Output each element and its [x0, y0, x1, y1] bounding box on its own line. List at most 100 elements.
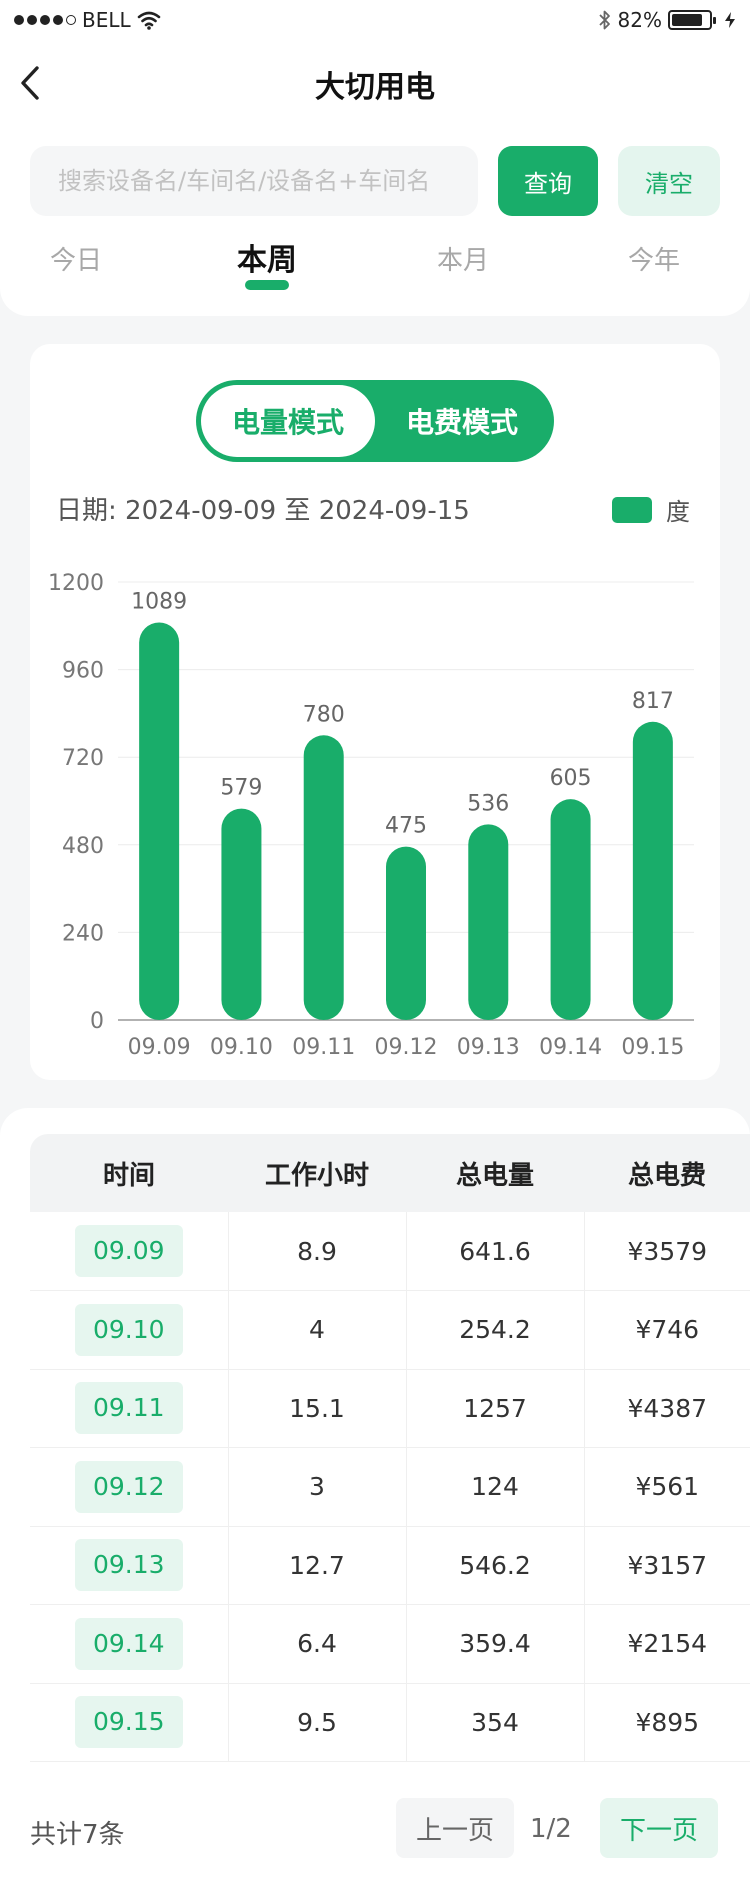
x-tick-label: 09.11	[292, 1035, 355, 1060]
cell-cost: ¥895	[584, 1683, 750, 1762]
bar-value-label: 536	[467, 791, 509, 816]
header-work-hours: 工作小时	[264, 1160, 369, 1191]
cell-energy: 354	[406, 1683, 585, 1762]
date-end: 2024-09-15	[318, 496, 470, 526]
bar-value-label: 579	[220, 776, 262, 801]
carrier-name: BELL	[82, 8, 131, 32]
date-range: 日期: 2024-09-09 至 2024-09-15	[56, 490, 470, 527]
energy-mode-button[interactable]: 电量模式	[201, 385, 375, 457]
bar-value-label: 780	[303, 702, 345, 727]
cell-energy: 359.4	[406, 1604, 585, 1684]
tab-this-month[interactable]: 本月	[403, 236, 523, 296]
x-tick-label: 09.13	[457, 1035, 520, 1060]
cell-energy: 124	[406, 1447, 585, 1527]
bar	[221, 808, 262, 1020]
x-tick-label: 09.09	[128, 1035, 191, 1060]
legend-label: 度	[666, 498, 690, 526]
date-start: 2024-09-09	[125, 496, 277, 526]
date-chip[interactable]: 09.11	[74, 1382, 183, 1435]
x-tick-label: 09.14	[539, 1035, 602, 1060]
status-right: 82%	[598, 8, 736, 32]
header-total-cost: 总电费	[627, 1160, 706, 1191]
table-header-row: 时间 工作小时 总电量 总电费	[30, 1134, 750, 1212]
bar-chart: 0 240 480 720 960 1200 1089 09.09 579 09.10 780 09.…	[48, 571, 694, 1060]
y-tick-label: 1200	[48, 571, 104, 596]
date-chip[interactable]: 09.10	[74, 1303, 183, 1356]
active-tab-indicator	[245, 280, 289, 290]
cell-cost: ¥3157	[584, 1526, 750, 1605]
page-indicator: 1/2	[530, 1814, 572, 1844]
query-button[interactable]: 查询	[498, 146, 598, 216]
clear-button[interactable]: 清空	[618, 146, 720, 216]
chart-card: 电量模式 电费模式 日期: 2024-09-09 至 2024-09-15 度 …	[30, 344, 720, 1080]
bar-value-label: 817	[632, 689, 674, 714]
cell-energy: 641.6	[406, 1212, 585, 1291]
cell-cost: ¥3579	[584, 1212, 750, 1291]
date-chip[interactable]: 09.12	[74, 1460, 183, 1513]
cell-hours: 15.1	[228, 1369, 407, 1448]
signal-dots-icon	[14, 15, 76, 25]
cell-hours: 4	[228, 1290, 407, 1370]
tab-this-week[interactable]: 本周	[207, 236, 327, 296]
date-separator: 至	[284, 496, 311, 526]
mode-toggle: 电量模式 电费模式	[196, 380, 554, 462]
tab-label: 今日	[49, 246, 102, 276]
date-chip[interactable]: 09.15	[74, 1696, 183, 1749]
battery-percent: 82%	[617, 8, 662, 32]
table-row: 09.14 6.4 359.4 ¥2154	[30, 1604, 750, 1684]
period-tabs: 今日 本周 本月 今年	[0, 236, 750, 296]
status-bar: BELL 82%	[0, 0, 750, 40]
cell-date: 09.10	[30, 1290, 229, 1370]
bar	[550, 799, 591, 1020]
prev-page-button[interactable]: 上一页	[396, 1798, 514, 1858]
cell-cost: ¥4387	[584, 1369, 750, 1448]
table-card: 时间 工作小时 总电量 总电费 09.09 8.9 641.6 ¥3579 09.10 4…	[0, 1108, 750, 1768]
header-time: 时间	[102, 1160, 155, 1191]
x-tick-label: 09.12	[375, 1035, 438, 1060]
data-table: 时间 工作小时 总电量 总电费 09.09 8.9 641.6 ¥3579 09.10 4…	[30, 1134, 750, 1762]
header-total-energy: 总电量	[455, 1160, 534, 1191]
cell-date: 09.15	[30, 1683, 229, 1762]
nav-bar: 大切用电	[0, 40, 750, 126]
next-page-button[interactable]: 下一页	[600, 1798, 718, 1858]
y-tick-label: 720	[62, 746, 104, 771]
bar	[139, 622, 180, 1020]
y-tick-label: 960	[62, 659, 104, 684]
cell-energy: 546.2	[406, 1526, 585, 1605]
status-left: BELL	[14, 8, 161, 32]
search-input[interactable]	[30, 146, 478, 216]
tab-this-year[interactable]: 今年	[594, 236, 714, 296]
cell-hours: 8.9	[228, 1212, 407, 1291]
bar	[303, 735, 344, 1020]
tab-label: 本周	[237, 243, 297, 278]
legend-swatch	[612, 496, 652, 523]
cell-hours: 12.7	[228, 1526, 407, 1605]
tab-label: 今年	[627, 246, 680, 276]
tab-label: 本月	[436, 246, 489, 276]
table-body: 09.09 8.9 641.6 ¥3579 09.10 4 254.2 ¥746 09.11 15…	[30, 1212, 750, 1762]
cell-cost: ¥746	[584, 1290, 750, 1370]
cell-hours: 3	[228, 1447, 407, 1527]
bar-value-label: 605	[550, 766, 592, 791]
date-label: 日期:	[56, 496, 117, 526]
date-chip[interactable]: 09.13	[74, 1539, 183, 1592]
cell-cost: ¥561	[584, 1447, 750, 1527]
cell-hours: 6.4	[228, 1604, 407, 1684]
bluetooth-icon	[598, 10, 610, 30]
table-row: 09.15 9.5 354 ¥895	[30, 1683, 750, 1762]
table-row: 09.10 4 254.2 ¥746	[30, 1290, 750, 1370]
cell-date: 09.12	[30, 1447, 229, 1527]
x-tick-label: 09.15	[621, 1035, 684, 1060]
date-chip[interactable]: 09.09	[74, 1225, 183, 1277]
date-chip[interactable]: 09.14	[74, 1617, 183, 1670]
cost-mode-button[interactable]: 电费模式	[375, 385, 549, 457]
tab-today[interactable]: 今日	[16, 236, 136, 296]
cell-cost: ¥2154	[584, 1604, 750, 1684]
table-row: 09.13 12.7 546.2 ¥3157	[30, 1526, 750, 1605]
y-tick-label: 0	[90, 1009, 104, 1034]
y-tick-label: 240	[62, 921, 104, 946]
cell-date: 09.14	[30, 1604, 229, 1684]
table-row: 09.11 15.1 1257 ¥4387	[30, 1369, 750, 1448]
cell-date: 09.13	[30, 1526, 229, 1605]
bar	[632, 721, 673, 1020]
